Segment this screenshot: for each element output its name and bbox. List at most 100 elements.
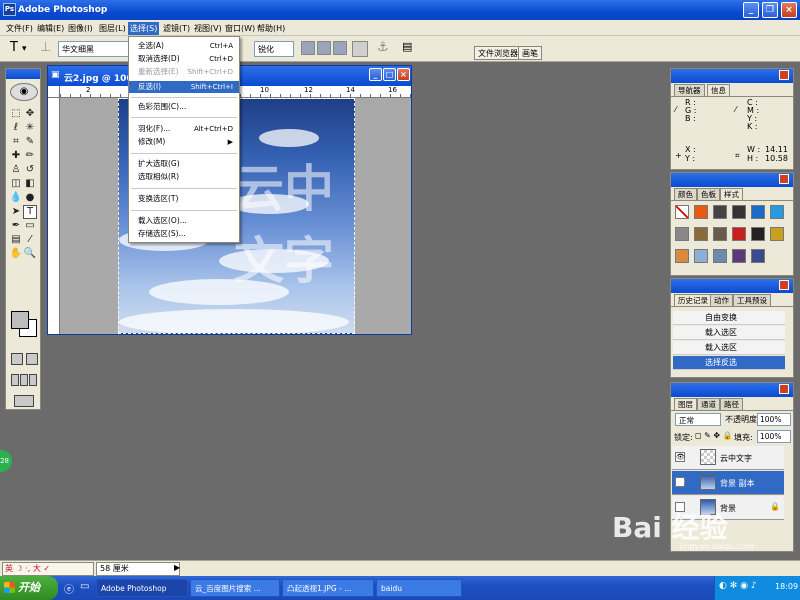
align-right-icon[interactable] [333,41,347,55]
align-center-icon[interactable] [317,41,331,55]
blend-mode-select[interactable]: 正常 [675,413,721,426]
style-swatch[interactable] [732,205,746,219]
jump-to-imageready-icon[interactable] [14,395,34,407]
style-swatch[interactable] [751,205,765,219]
marquee-tool-icon[interactable]: ⬚ [9,107,23,121]
taskbar-photoshop[interactable]: Adobe Photoshop [96,579,188,597]
warp-text-icon[interactable]: ⚓ [377,40,389,55]
triangle-right-icon[interactable]: ▶ [174,563,180,572]
style-swatch[interactable] [713,249,727,263]
blur-tool-icon[interactable]: 💧 [9,191,23,205]
desktop-icon[interactable]: ▭ [80,581,89,592]
eye-icon[interactable]: 👁 [675,452,685,462]
gradient-tool-icon[interactable]: ◧ [23,177,37,191]
menu-item-modify[interactable]: 修改(M) ▶ [129,136,239,148]
doc-maximize-button[interactable]: □ [383,68,396,81]
style-swatch[interactable] [732,249,746,263]
style-swatch[interactable] [694,249,708,263]
tab-swatches[interactable]: 色板 [697,188,720,200]
screen-mode-3-icon[interactable] [29,374,37,386]
history-item[interactable]: 选择反选 [673,356,785,370]
tab-tool-presets[interactable]: 工具预设 [733,294,771,306]
screen-mode-2-icon[interactable] [20,374,28,386]
restore-button[interactable]: ❐ [762,2,778,18]
doc-close-button[interactable]: × [397,68,410,81]
start-button[interactable]: 开始 [0,576,58,600]
menu-filter[interactable]: 滤镜(T) [161,22,192,35]
menu-view[interactable]: 视图(V) [192,22,224,35]
style-swatch[interactable] [770,227,784,241]
panel-close-icon[interactable] [779,384,789,394]
menu-item-similar[interactable]: 选取相似(R) [129,171,239,183]
style-swatch[interactable] [675,205,689,219]
slice-tool-icon[interactable]: ✎ [23,135,37,149]
zoom-tool-icon[interactable]: 🔍 [23,247,37,261]
tab-color[interactable]: 颜色 [674,188,697,200]
menu-item-inverse[interactable]: 反选(I) Shift+Ctrl+I [129,81,239,93]
tray-icons[interactable]: ◐ ✻ ◉ ♪ [719,581,757,591]
style-swatch[interactable] [675,227,689,241]
tab-paths[interactable]: 路径 [720,398,743,410]
shape-tool-icon[interactable]: ▭ [23,219,37,233]
tab-channels[interactable]: 通道 [697,398,720,410]
menu-item-feather[interactable]: 羽化(F)... Alt+Ctrl+D [129,123,239,135]
history-item[interactable]: 载入选区 [673,341,785,355]
opacity-input[interactable]: 100% [757,413,791,426]
menu-window[interactable]: 窗口(W) [223,22,257,35]
style-swatch[interactable] [751,249,765,263]
layer-row[interactable]: 👁 背景 副本 [672,471,784,495]
menu-image[interactable]: 图像(I) [66,22,95,35]
history-item[interactable]: 自由变换 [673,311,785,325]
brush-tool-icon[interactable]: ✏ [23,149,37,163]
hand-tool-icon[interactable]: ✋ [9,247,23,261]
tab-file-browser[interactable]: 文件浏览器 [474,46,522,60]
history-brush-icon[interactable]: ↺ [23,163,37,177]
ie-icon[interactable]: ⓔ [64,581,74,596]
style-swatch[interactable] [770,205,784,219]
menu-file[interactable]: 文件(F) [4,22,35,35]
layer-row[interactable]: 👁 云中文字 [672,446,784,470]
taskbar-image-viewer[interactable]: 凸起透视1.JPG - ... [282,579,374,597]
minimize-button[interactable]: _ [743,2,759,18]
tab-info[interactable]: 信息 [707,84,730,96]
type-tool-icon[interactable]: T [10,40,18,55]
menu-select[interactable]: 选择(S) [128,22,160,35]
eraser-tool-icon[interactable]: ◫ [9,177,23,191]
style-swatch[interactable] [732,227,746,241]
standard-mode-icon[interactable] [11,353,23,365]
foreground-color-swatch[interactable] [11,311,29,329]
menu-item-transform-selection[interactable]: 变换选区(T) [129,193,239,205]
path-select-icon[interactable]: ➤ [9,205,23,219]
panel-close-icon[interactable] [779,70,789,80]
eyedropper-icon[interactable]: ⁄ [23,233,37,247]
ime-status[interactable]: 英 ☽ ·, 大 ✓ [2,562,94,576]
crop-tool-icon[interactable]: ⌗ [9,135,23,149]
menu-item-color-range[interactable]: 色彩范围(C)... [129,101,239,113]
align-left-icon[interactable] [301,41,315,55]
panel-close-icon[interactable] [779,174,789,184]
quick-mask-icon[interactable] [26,353,38,365]
ruler-origin[interactable] [48,86,60,98]
fill-input[interactable]: 100% [757,430,791,443]
notification-badge[interactable]: 28 [0,450,12,472]
menu-edit[interactable]: 编辑(E) [35,22,66,35]
menu-item-grow[interactable]: 扩大选取(G) [129,158,239,170]
style-swatch[interactable] [713,205,727,219]
tab-brushes[interactable]: 画笔 [518,46,542,60]
dodge-tool-icon[interactable]: ● [23,191,37,205]
lock-icons[interactable]: ◻ ✎ ✥ 🔒 [695,431,733,440]
lasso-tool-icon[interactable]: ℓ [9,121,23,135]
move-tool-icon[interactable]: ✥ [23,107,37,121]
tab-history[interactable]: 历史记录 [674,294,712,306]
menu-item-reselect[interactable]: 重新选择(E) Shift+Ctrl+D [129,66,239,78]
menu-item-select-all[interactable]: 全选(A) Ctrl+A [129,40,239,52]
menu-layer[interactable]: 图层(L) [97,22,128,35]
style-swatch[interactable] [713,227,727,241]
healing-brush-icon[interactable]: ✚ [9,149,23,163]
taskbar-folder[interactable]: baidu [376,579,462,597]
menu-item-save-selection[interactable]: 存储选区(S)... [129,228,239,240]
type-tool-icon[interactable]: T [23,205,37,219]
text-color-swatch[interactable] [352,41,368,57]
palettes-icon[interactable]: ▤ [402,40,412,53]
vertical-ruler[interactable] [48,98,60,334]
